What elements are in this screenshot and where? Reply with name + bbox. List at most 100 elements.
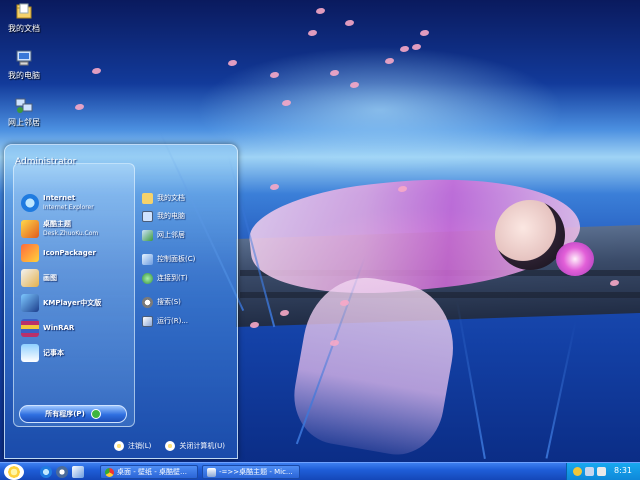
control-panel-icon xyxy=(142,253,153,265)
start-menu-place-documents[interactable]: 我的文档 xyxy=(142,191,185,205)
start-menu-item-subtitle: Desk.ZhuoKu.Com xyxy=(43,230,99,237)
qq-icon[interactable] xyxy=(573,467,582,476)
flower-icon xyxy=(114,441,125,451)
start-menu-footer: 注销(L) 关闭计算机(U) xyxy=(5,433,239,459)
start-menu-item-internet[interactable]: Internet Internet Explorer xyxy=(21,193,94,213)
wallpaper-petal xyxy=(75,104,84,110)
logoff-label: 注销(L) xyxy=(128,442,152,450)
start-menu-place-label: 网上邻居 xyxy=(157,231,185,239)
network-icon xyxy=(15,98,33,113)
start-menu-place-label: 控制面板(C) xyxy=(157,255,196,263)
wallpaper-dock-plank xyxy=(240,292,640,298)
shutdown-label: 关闭计算机(U) xyxy=(179,442,225,450)
start-menu-item-title: 画图 xyxy=(43,273,57,282)
paint-icon xyxy=(21,269,39,287)
start-menu-item-title: IconPackager xyxy=(43,248,96,257)
taskbar-button-label: 桌面 - 壁纸 - 桌酷壁… xyxy=(117,468,187,476)
desktop-icon-label: 网上邻居 xyxy=(8,118,40,127)
folder-icon xyxy=(16,3,32,19)
start-button[interactable] xyxy=(4,464,24,480)
desktop-icon-network[interactable]: 网上邻居 xyxy=(0,96,48,128)
start-menu: Administrator Internet Internet Explorer… xyxy=(4,144,238,459)
winrar-icon xyxy=(21,319,39,337)
network-icon xyxy=(142,229,153,241)
start-menu-item-kmplayer[interactable]: KMPlayer中文版 xyxy=(21,293,101,313)
ie-icon xyxy=(21,194,39,212)
desktop-icon-label: 我的电脑 xyxy=(8,71,40,80)
network-status-icon[interactable] xyxy=(585,467,594,476)
browser-icon[interactable] xyxy=(56,466,68,478)
start-menu-place-control-panel[interactable]: 控制面板(C) xyxy=(142,252,195,266)
start-menu-item-paint[interactable]: 画图 xyxy=(21,268,57,288)
wallpaper-petal xyxy=(270,72,279,78)
taskbar-button-label: -=>>桌酷主题 - Mic... xyxy=(219,468,293,476)
wallpaper-petal xyxy=(330,70,339,76)
system-tray: 8:31 xyxy=(566,463,640,480)
start-menu-place-label: 我的文档 xyxy=(157,194,185,202)
wallpaper-petal xyxy=(316,8,325,14)
iconpackager-icon xyxy=(21,244,39,262)
wallpaper-petal xyxy=(385,58,394,64)
start-menu-item-title: 记事本 xyxy=(43,348,64,357)
start-menu-place-label: 连接到(T) xyxy=(157,274,188,282)
start-menu-item-title: Internet xyxy=(43,194,76,202)
show-desktop-icon[interactable] xyxy=(72,466,84,478)
wallpaper-petal xyxy=(270,184,279,190)
start-menu-item-subtitle: Internet Explorer xyxy=(43,204,94,211)
start-menu-place-network[interactable]: 网上邻居 xyxy=(142,228,185,242)
wallpaper-petal xyxy=(250,322,259,328)
start-menu-item-notepad[interactable]: 记事本 xyxy=(21,343,64,363)
wallpaper-hair-flower xyxy=(556,242,594,276)
start-menu-item-iconpackager[interactable]: IconPackager xyxy=(21,243,96,263)
wallpaper-petal xyxy=(282,100,291,106)
start-menu-item-title: KMPlayer中文版 xyxy=(43,298,102,307)
start-menu-place-label: 我的电脑 xyxy=(157,212,185,220)
start-menu-place-label: 搜索(S) xyxy=(157,298,181,306)
taskbar-clock[interactable]: 8:31 xyxy=(614,466,632,475)
wallpaper-petal xyxy=(345,20,354,26)
shutdown-button[interactable]: 关闭计算机(U) xyxy=(165,441,225,451)
computer-icon xyxy=(142,210,153,222)
volume-icon[interactable] xyxy=(597,467,606,476)
notepad-icon xyxy=(21,344,39,362)
start-menu-item-title: 桌酷主题 xyxy=(43,220,71,228)
kmplayer-icon xyxy=(21,294,39,312)
wallpaper-grass xyxy=(545,321,577,459)
all-programs-label: 所有程序(P) xyxy=(45,410,85,418)
wallpaper-petal xyxy=(412,44,421,50)
start-menu-item-zhuoku[interactable]: 桌酷主题 Desk.ZhuoKu.Com xyxy=(21,219,98,239)
taskbar-button-browser[interactable]: 桌面 - 壁纸 - 桌酷壁… xyxy=(100,465,198,479)
wallpaper-grass xyxy=(456,301,486,459)
search-icon xyxy=(142,296,153,308)
start-menu-item-title: WinRAR xyxy=(43,323,75,332)
connect-icon xyxy=(142,272,153,284)
desktop-icon-my-computer[interactable]: 我的电脑 xyxy=(0,49,48,81)
window-icon xyxy=(207,467,216,477)
start-menu-item-winrar[interactable]: WinRAR xyxy=(21,318,74,338)
start-menu-place-search[interactable]: 搜索(S) xyxy=(142,295,181,309)
wallpaper-petal xyxy=(308,30,317,36)
wallpaper-petal xyxy=(350,82,359,88)
start-menu-place-connect[interactable]: 连接到(T) xyxy=(142,271,188,285)
start-menu-place-label: 运行(R)... xyxy=(157,317,189,325)
wallpaper-petal xyxy=(420,30,429,36)
chrome-icon xyxy=(105,467,114,477)
wallpaper-figure-head xyxy=(495,200,565,270)
all-programs-button[interactable]: 所有程序(P) xyxy=(19,405,127,423)
wallpaper-petal xyxy=(228,60,237,66)
computer-icon xyxy=(16,50,32,66)
start-menu-place-computer[interactable]: 我的电脑 xyxy=(142,209,185,223)
run-icon xyxy=(142,315,153,327)
flower-icon xyxy=(165,441,176,451)
taskbar-button-window[interactable]: -=>>桌酷主题 - Mic... xyxy=(202,465,300,479)
logoff-button[interactable]: 注销(L) xyxy=(114,441,151,451)
wallpaper-petal xyxy=(400,46,409,52)
arrow-right-icon xyxy=(90,409,101,419)
ie-icon[interactable] xyxy=(40,466,52,478)
zhuoku-icon xyxy=(21,220,39,238)
start-menu-place-run[interactable]: 运行(R)... xyxy=(142,314,188,328)
documents-icon xyxy=(142,192,153,204)
wallpaper-petal xyxy=(92,68,101,74)
desktop-icon-label: 我的文档 xyxy=(8,24,40,33)
desktop-icon-my-documents[interactable]: 我的文档 xyxy=(0,2,48,34)
